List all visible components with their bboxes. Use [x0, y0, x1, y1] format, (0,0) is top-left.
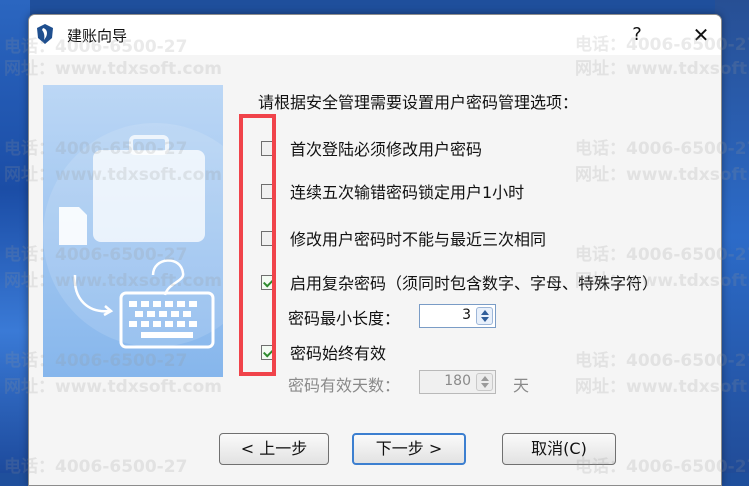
- min-length-label: 密码最小长度：: [288, 309, 401, 328]
- help-button[interactable]: ?: [625, 22, 649, 48]
- setup-wizard-dialog: 建账向导 ? ✕ 请根据安全管理需要设置用户密码管理选项： 首次登陆必须修改用户…: [28, 14, 722, 486]
- option-label: 连续五次输错密码锁定用户1小时: [290, 183, 525, 202]
- min-length-spinner[interactable]: 3: [419, 304, 496, 328]
- checkbox-force-change-first-login[interactable]: [261, 140, 276, 156]
- option-no-reuse-last-three[interactable]: 修改用户密码时不能与最近三次相同: [261, 226, 546, 250]
- chevron-up-icon: [481, 310, 489, 315]
- valid-days-spinner[interactable]: 180: [419, 370, 496, 394]
- option-label: 密码始终有效: [290, 344, 387, 363]
- title-bar: 建账向导 ? ✕: [29, 15, 721, 55]
- desktop-left-edge: [0, 0, 30, 473]
- checkbox-password-never-expires[interactable]: [261, 344, 276, 360]
- checkbox-lock-after-five-failures[interactable]: [261, 183, 276, 199]
- option-lock-after-five-failures[interactable]: 连续五次输错密码锁定用户1小时: [261, 179, 524, 203]
- valid-days-stepper[interactable]: [476, 373, 493, 391]
- dialog-title: 建账向导: [67, 27, 128, 45]
- valid-days-label: 密码有效天数：: [288, 376, 401, 395]
- app-logo-icon: [37, 24, 53, 44]
- wizard-illustration: [43, 85, 223, 377]
- prev-button[interactable]: < 上一步: [219, 433, 329, 465]
- chevron-down-icon: [481, 383, 489, 388]
- wizard-content: 请根据安全管理需要设置用户密码管理选项： 首次登陆必须修改用户密码 连续五次输错…: [29, 55, 721, 485]
- instruction-text: 请根据安全管理需要设置用户密码管理选项：: [258, 93, 579, 112]
- checkbox-complex-password[interactable]: [261, 274, 276, 290]
- valid-days-unit: 天: [513, 376, 530, 395]
- option-label: 修改用户密码时不能与最近三次相同: [290, 230, 547, 249]
- option-complex-password[interactable]: 启用复杂密码（须同时包含数字、字母、特殊字符）: [261, 270, 658, 294]
- option-label: 首次登陆必须修改用户密码: [290, 140, 483, 159]
- option-label: 启用复杂密码（须同时包含数字、字母、特殊字符）: [290, 274, 659, 293]
- chevron-down-icon: [481, 317, 489, 322]
- min-length-stepper[interactable]: [476, 307, 493, 325]
- min-length-value: 3: [462, 307, 471, 323]
- option-force-change-first-login[interactable]: 首次登陆必须修改用户密码: [261, 136, 482, 160]
- cancel-button[interactable]: 取消(C): [502, 433, 616, 465]
- checkbox-no-reuse-last-three[interactable]: [261, 230, 276, 246]
- close-button[interactable]: ✕: [689, 22, 713, 48]
- valid-days-value: 180: [444, 373, 471, 389]
- next-button[interactable]: 下一步 >: [352, 433, 466, 465]
- chevron-up-icon: [481, 376, 489, 381]
- option-password-never-expires[interactable]: 密码始终有效: [261, 340, 386, 364]
